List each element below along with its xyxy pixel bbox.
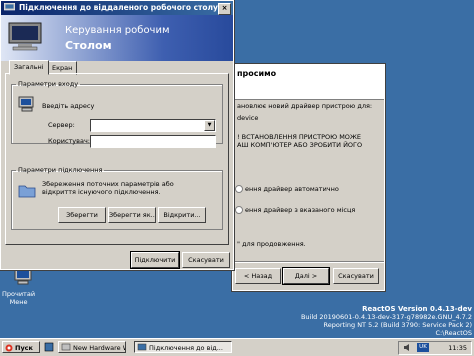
wizard-line: ановлює новий драйвер пристрою для: bbox=[237, 102, 373, 110]
connection-settings-legend: Параметри підключення bbox=[18, 166, 103, 174]
wizard-cancel-button[interactable]: Скасувати bbox=[333, 268, 379, 284]
radio-auto[interactable] bbox=[235, 185, 243, 193]
chevron-down-icon[interactable]: ▼ bbox=[204, 120, 215, 131]
computer-icon bbox=[14, 268, 32, 285]
cancel-button[interactable]: Скасувати bbox=[182, 252, 230, 268]
wizard-continue-hint: " для продовження. bbox=[237, 240, 306, 248]
os-reporting: Reporting NT 5.2 (Build 3790: Service Pa… bbox=[323, 321, 472, 329]
remote-desktop-icon bbox=[4, 3, 15, 11]
start-button[interactable]: Пуск bbox=[2, 341, 40, 353]
task-new-hardware-wizard[interactable]: New Hardware Wizard bbox=[58, 341, 126, 353]
wizard-header: просимо bbox=[233, 65, 384, 100]
banner-line2: Столом bbox=[65, 39, 112, 52]
show-desktop-icon[interactable] bbox=[44, 342, 54, 352]
wizard-next-button[interactable]: Далі > bbox=[282, 267, 330, 285]
new-hardware-wizard-window: просимо ановлює новий драйвер пристрою д… bbox=[231, 63, 386, 292]
system-tray: UK 11:35 bbox=[398, 341, 472, 355]
task-label: Підключення до від... bbox=[149, 344, 223, 352]
hardware-icon bbox=[61, 343, 71, 351]
banner-line1: Керування робочим bbox=[65, 25, 170, 36]
logon-settings-legend: Параметри входу bbox=[18, 80, 79, 88]
server-label: Сервер: bbox=[48, 121, 75, 129]
wizard-option-auto: ення драйвер автоматично bbox=[245, 185, 339, 193]
radio-manual[interactable] bbox=[235, 206, 243, 214]
task-label: New Hardware Wizard bbox=[73, 344, 125, 352]
taskbar: Пуск New Hardware Wizard Підключення до … bbox=[0, 338, 474, 356]
monitor-icon bbox=[8, 22, 42, 51]
wizard-option-manual: ення драйвер з вказаного місця bbox=[245, 206, 356, 214]
tab-general[interactable]: Загальні bbox=[9, 60, 49, 75]
rdp-titlebar[interactable]: Підключення до віддаленого робочого стол… bbox=[1, 1, 233, 15]
tab-panel-general: Параметри входу Введіть адресу Сервер: ▼… bbox=[5, 73, 229, 245]
clock[interactable]: 11:35 bbox=[448, 342, 467, 354]
desktop-icon-readme[interactable]: Прочитай Мене bbox=[2, 268, 44, 306]
wizard-line: device bbox=[237, 114, 259, 122]
connection-description: Збереження поточних параметрів або відкр… bbox=[42, 180, 174, 196]
start-label: Пуск bbox=[15, 344, 33, 352]
remote-desktop-icon bbox=[137, 343, 147, 351]
task-remote-desktop[interactable]: Підключення до від... bbox=[134, 341, 232, 353]
os-version: ReactOS Version 0.4.13-dev bbox=[362, 305, 472, 313]
os-build: Build 20190601-0.4.13-dev-317-g78982e.GN… bbox=[300, 313, 472, 321]
wizard-back-button[interactable]: < Назад bbox=[235, 268, 281, 284]
server-combobox[interactable]: ▼ bbox=[90, 119, 216, 132]
os-version-info: ReactOS Version 0.4.13-dev Build 2019060… bbox=[301, 305, 472, 337]
rdp-banner: Керування робочим Столом bbox=[1, 15, 233, 61]
wizard-line: АШ КОМП'ЮТЕР АБО ЗРОБИТИ ЙОГО bbox=[237, 141, 363, 149]
volume-icon[interactable] bbox=[403, 343, 412, 352]
wizard-line: ! ВСТАНОВЛЕННЯ ПРИСТРОЮ МОЖЕ bbox=[237, 133, 362, 141]
reactos-logo-icon bbox=[5, 344, 13, 352]
language-indicator[interactable]: UK bbox=[417, 343, 429, 352]
desktop-icon-label: Прочитай Мене bbox=[2, 290, 36, 306]
open-button[interactable]: Відкрити... bbox=[158, 207, 206, 223]
folder-icon bbox=[18, 185, 36, 198]
logon-settings-group: Параметри входу Введіть адресу Сервер: ▼… bbox=[11, 80, 223, 148]
wizard-body: ановлює новий драйвер пристрою для: devi… bbox=[233, 100, 384, 250]
user-input[interactable] bbox=[90, 135, 216, 148]
close-button[interactable]: × bbox=[218, 3, 231, 15]
user-label: Користувач: bbox=[48, 137, 90, 145]
computer-icon bbox=[18, 96, 34, 112]
address-hint: Введіть адресу bbox=[42, 102, 95, 110]
connection-settings-group: Параметри підключення Збереження поточни… bbox=[11, 166, 223, 230]
connect-button[interactable]: Підключити bbox=[130, 251, 180, 269]
os-path: C:\ReactOS bbox=[435, 329, 473, 337]
remote-desktop-dialog: Підключення до віддаленого робочого стол… bbox=[0, 0, 235, 271]
save-button[interactable]: Зберегти bbox=[58, 207, 106, 223]
save-as-button[interactable]: Зберегти як... bbox=[108, 207, 156, 223]
wizard-title: просимо bbox=[237, 69, 277, 78]
wizard-separator bbox=[233, 261, 384, 263]
rdp-title: Підключення до віддаленого робочого стол… bbox=[19, 3, 218, 12]
